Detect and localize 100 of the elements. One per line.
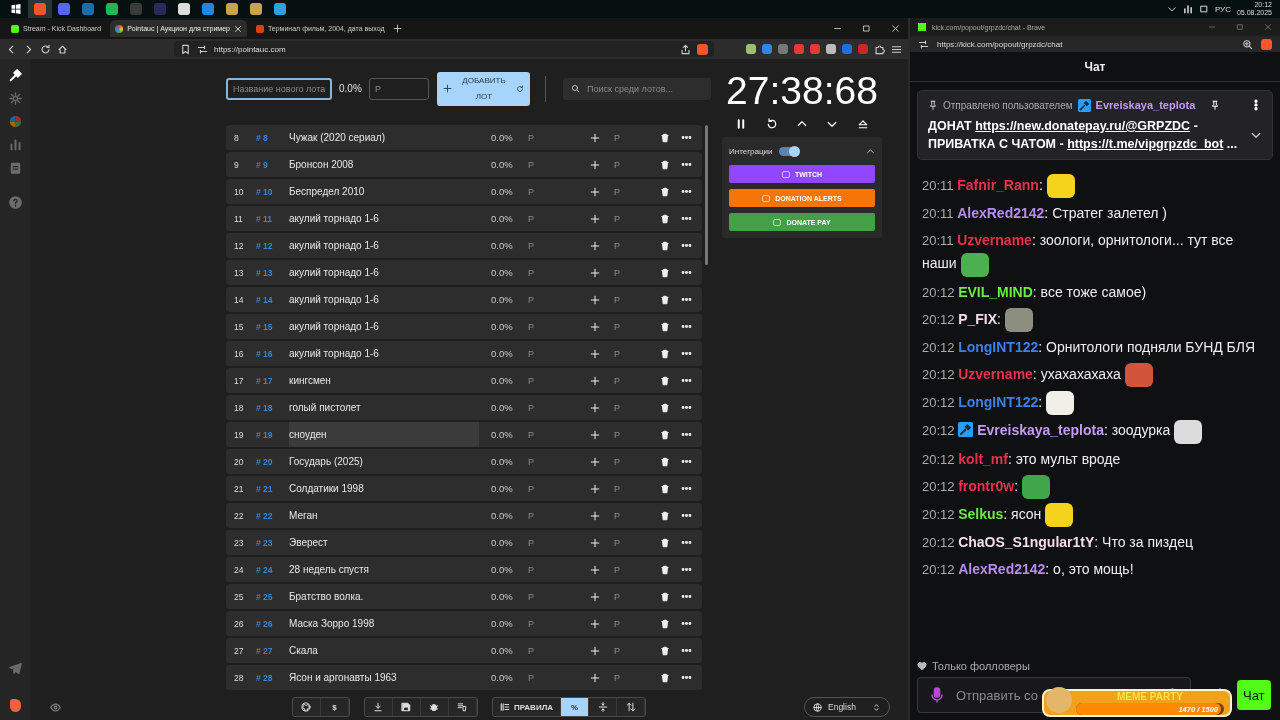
add-amount-field[interactable]: Р bbox=[604, 537, 656, 548]
amount-field[interactable]: Р bbox=[528, 375, 586, 386]
delete-icon[interactable] bbox=[660, 348, 670, 359]
lot-name-field[interactable]: Название нового лота bbox=[226, 77, 332, 100]
amount-field[interactable]: Р bbox=[528, 240, 586, 251]
eye-icon[interactable] bbox=[50, 701, 61, 713]
username[interactable]: kolt_mf bbox=[958, 450, 1008, 467]
amount-field[interactable]: Р bbox=[528, 294, 586, 305]
send-button[interactable]: Чат bbox=[1237, 680, 1271, 710]
username[interactable]: Fafnir_Rann bbox=[957, 177, 1039, 193]
delete-icon[interactable] bbox=[660, 564, 670, 575]
address-bar[interactable]: https://kick.com/popout/grpzdc/chat bbox=[910, 36, 1280, 52]
link[interactable]: https://new.donatepay.ru/@GRPZDC bbox=[975, 119, 1191, 133]
amount-field[interactable]: Р bbox=[528, 213, 586, 224]
add-icon[interactable] bbox=[590, 267, 600, 278]
mic-icon[interactable] bbox=[929, 687, 945, 703]
username[interactable]: ChaOS_S1ngular1tY bbox=[958, 534, 1095, 551]
add-icon[interactable] bbox=[590, 402, 600, 413]
lot-name-field[interactable]: акулий торнадо 1-6 bbox=[289, 341, 479, 366]
add-icon[interactable] bbox=[590, 483, 600, 494]
amount-field[interactable]: Р bbox=[528, 456, 586, 467]
add-lot-button[interactable]: ДОБАВИТЬ ЛОТ bbox=[437, 71, 530, 106]
app-icon[interactable] bbox=[274, 3, 286, 15]
delete-icon[interactable] bbox=[660, 402, 670, 413]
lot-name-field[interactable]: акулий торнадо 1-6 bbox=[289, 314, 479, 339]
amount-field[interactable]: Р bbox=[528, 645, 586, 656]
add-amount-field[interactable]: Р bbox=[604, 321, 656, 332]
lot-name-field[interactable]: акулий торнадо 1-6 bbox=[289, 233, 479, 258]
delete-icon[interactable] bbox=[660, 159, 670, 170]
amount-field[interactable]: Р bbox=[528, 591, 586, 602]
address-bar[interactable]: https://pointauc.com bbox=[174, 41, 714, 57]
amount-field[interactable]: Р bbox=[528, 321, 586, 332]
delete-icon[interactable] bbox=[660, 645, 670, 656]
app-icon[interactable] bbox=[226, 3, 238, 15]
scrollbar-thumb[interactable] bbox=[705, 125, 708, 265]
lot-name-field[interactable]: Маска Зорро 1998 bbox=[289, 611, 479, 636]
add-amount-field[interactable]: Р bbox=[604, 213, 656, 224]
link[interactable]: https://t.me/vipgrpzdc_bot bbox=[1067, 137, 1224, 151]
settings-icon[interactable] bbox=[8, 92, 22, 105]
add-amount-field[interactable]: Р bbox=[604, 510, 656, 521]
close-icon[interactable] bbox=[233, 24, 242, 33]
lot-name-field[interactable]: акулий торнадо 1-6 bbox=[289, 206, 479, 231]
add-icon[interactable] bbox=[590, 537, 600, 548]
lot-name-field[interactable]: Эверест bbox=[289, 530, 479, 555]
toggle-switch[interactable] bbox=[778, 146, 799, 156]
app-icon[interactable] bbox=[106, 3, 118, 15]
home-icon[interactable] bbox=[57, 43, 68, 55]
lot-name-field[interactable]: Чужак (2020 сериал) bbox=[289, 125, 479, 150]
lot-name-field[interactable]: Бронсон 2008 bbox=[289, 152, 479, 177]
delete-icon[interactable] bbox=[660, 213, 670, 224]
add-icon[interactable] bbox=[590, 132, 600, 143]
add-icon[interactable] bbox=[590, 510, 600, 521]
add-amount-field[interactable]: Р bbox=[604, 240, 656, 251]
amount-field[interactable]: Р bbox=[528, 564, 586, 575]
menu-icon[interactable] bbox=[891, 43, 902, 55]
add-amount-field[interactable]: Р bbox=[604, 267, 656, 278]
unpin-icon[interactable] bbox=[1210, 100, 1221, 110]
bookmark-icon[interactable] bbox=[180, 43, 191, 55]
delete-icon[interactable] bbox=[660, 483, 670, 494]
add-amount-field[interactable]: Р bbox=[604, 159, 656, 170]
app-icon[interactable] bbox=[178, 3, 190, 15]
network-icon[interactable] bbox=[1198, 4, 1209, 14]
add-icon[interactable] bbox=[590, 672, 600, 683]
amount-field[interactable]: Р bbox=[369, 77, 429, 100]
amount-field[interactable]: Р bbox=[528, 348, 586, 359]
delete-icon[interactable] bbox=[660, 294, 670, 305]
site-settings-icon[interactable] bbox=[918, 38, 929, 50]
new-tab-icon[interactable] bbox=[393, 24, 403, 33]
delete-icon[interactable] bbox=[660, 510, 670, 521]
reload-icon[interactable] bbox=[40, 43, 51, 55]
zoom-icon[interactable] bbox=[1242, 38, 1253, 50]
add-icon[interactable] bbox=[590, 321, 600, 332]
add-amount-field[interactable]: Р bbox=[604, 429, 656, 440]
delete-icon[interactable] bbox=[660, 591, 670, 602]
search-field[interactable]: Поиск среди лотов... bbox=[563, 77, 711, 100]
add-amount-field[interactable]: Р bbox=[604, 672, 656, 683]
lot-name-field[interactable]: Солдатики 1998 bbox=[289, 476, 479, 501]
add-icon[interactable] bbox=[590, 564, 600, 575]
delete-icon[interactable] bbox=[660, 132, 670, 143]
add-icon[interactable] bbox=[590, 618, 600, 629]
delete-icon[interactable] bbox=[660, 672, 670, 683]
delete-icon[interactable] bbox=[660, 456, 670, 467]
amount-field[interactable]: Р bbox=[528, 483, 586, 494]
telegram-icon[interactable] bbox=[8, 662, 22, 675]
delete-icon[interactable] bbox=[660, 537, 670, 548]
add-icon[interactable] bbox=[590, 429, 600, 440]
clipboard-icon[interactable] bbox=[8, 161, 22, 174]
add-amount-field[interactable]: Р bbox=[604, 348, 656, 359]
add-amount-field[interactable]: Р bbox=[604, 483, 656, 494]
restart-icon[interactable] bbox=[765, 118, 778, 130]
share-icon[interactable] bbox=[680, 43, 691, 55]
volume-icon[interactable] bbox=[1182, 4, 1193, 14]
add-amount-field[interactable]: Р bbox=[604, 456, 656, 467]
language-indicator[interactable]: РУС bbox=[1214, 4, 1231, 14]
lot-name-field[interactable]: Беспредел 2010 bbox=[289, 179, 479, 204]
amount-field[interactable]: Р bbox=[528, 429, 586, 440]
amount-field[interactable]: Р bbox=[528, 159, 586, 170]
username[interactable]: Evreiskaya_teplota bbox=[1095, 99, 1196, 111]
delete-icon[interactable] bbox=[660, 186, 670, 197]
delete-icon[interactable] bbox=[660, 321, 670, 332]
